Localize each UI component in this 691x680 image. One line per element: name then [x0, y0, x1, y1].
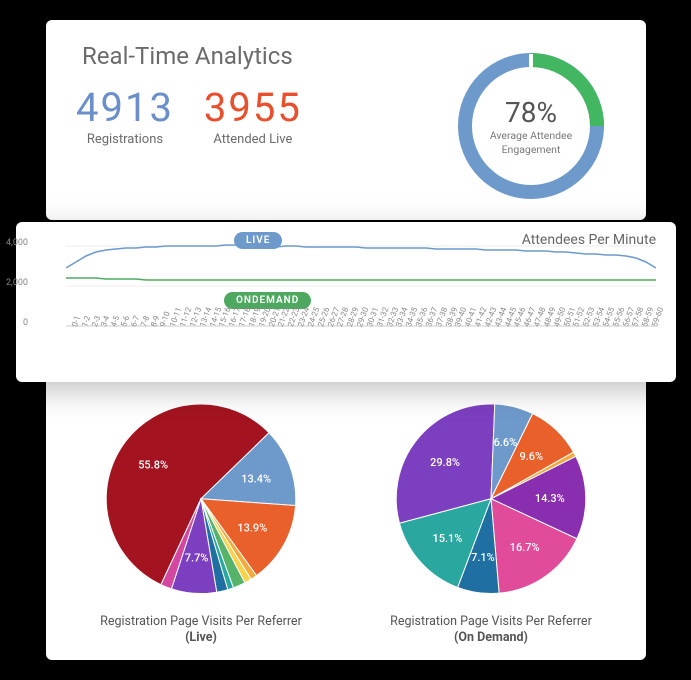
pie-slice-label: 13.4%: [241, 473, 271, 486]
engagement-gauge: 78% Average Attendee Engagement: [446, 42, 616, 210]
pie-slice-label: 7.1%: [471, 551, 495, 564]
gauge-percent: 78%: [471, 96, 591, 129]
pie-slice-label: 15.1%: [433, 532, 463, 545]
attendees-linechart-card: Attendees Per Minute 0 2,000 4,000 LIVE …: [16, 222, 676, 382]
pie-slice-label: 16.7%: [510, 541, 540, 554]
gauge-center: 78% Average Attendee Engagement: [471, 96, 591, 156]
stat-registrations-value: 4913: [76, 88, 174, 128]
y-tick: 2,000: [0, 278, 28, 288]
pie-col-ondemand: 29.8% 6.6%9.6% 14.3% 16.7% 7.1% 15.1% Registr…: [346, 390, 636, 646]
gauge-label: Average Attendee Engagement: [471, 129, 591, 156]
series-pill-live: LIVE: [234, 232, 282, 249]
pie-ondemand-caption-a: Registration Page Visits Per Referrer: [390, 614, 592, 629]
stat-registrations-label: Registrations: [76, 132, 174, 147]
header-left: Real-Time Analytics 4913 Registrations 3…: [76, 42, 446, 210]
pie-live-caption-a: Registration Page Visits Per Referrer: [100, 614, 302, 629]
pie-live-svg: 55.8% 13.4% 13.9% 7.7%: [91, 394, 311, 604]
pie-slice-label: 29.8%: [430, 456, 460, 469]
stat-registrations: 4913 Registrations: [76, 88, 174, 147]
stat-attended-live-value: 3955: [204, 88, 302, 128]
pie-slice-label: 7.7%: [185, 551, 209, 564]
pie-ondemand-caption: Registration Page Visits Per Referrer (O…: [390, 614, 592, 647]
y-tick: 4,000: [0, 238, 28, 248]
pie-slice-label: 6.6%: [494, 436, 518, 449]
pie-col-live: 55.8% 13.4% 13.9% 7.7% Registration Page Vi…: [56, 390, 346, 646]
linechart-x-axis: 0-11-22-33-44-55-66-77-88-99-1010-1111-1…: [66, 315, 658, 345]
pie-slice-label: 55.8%: [138, 459, 168, 472]
stat-attended-live: 3955 Attended Live: [204, 88, 302, 147]
pie-slice-label: 9.6%: [520, 450, 544, 463]
pie-slice-label: 14.3%: [535, 492, 565, 505]
page-title: Real-Time Analytics: [82, 42, 446, 70]
referrer-pies-card: 55.8% 13.4% 13.9% 7.7% Registration Page Vi…: [46, 370, 646, 660]
pie-slice-label: 13.9%: [237, 521, 267, 534]
pie-ondemand-svg: 29.8% 6.6%9.6% 14.3% 16.7% 7.1% 15.1%: [381, 394, 601, 604]
pie-live-caption: Registration Page Visits Per Referrer (L…: [100, 614, 302, 647]
linechart-area: 0 2,000 4,000 LIVE ONDEMAND 0-11-22-33-4…: [34, 236, 658, 341]
analytics-header-card: Real-Time Analytics 4913 Registrations 3…: [46, 20, 646, 220]
y-tick: 0: [0, 318, 28, 328]
pie-live-caption-b: (Live): [100, 630, 302, 646]
pie-ondemand-caption-b: (On Demand): [390, 630, 592, 646]
stat-attended-live-label: Attended Live: [204, 132, 302, 147]
stats-row: 4913 Registrations 3955 Attended Live: [76, 88, 446, 147]
